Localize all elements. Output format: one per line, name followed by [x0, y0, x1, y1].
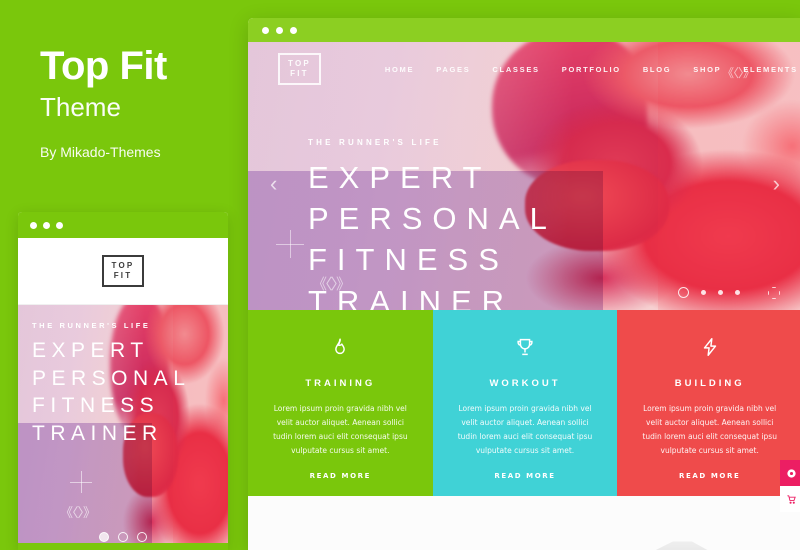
hero-top-arrow-cluster[interactable]: 《〈〉》: [722, 64, 755, 81]
site-content: TOP FIT HOME PAGES CLASSES PORTFOLIO BLO…: [248, 42, 800, 550]
mobile-hero-line: PERSONAL: [32, 366, 191, 390]
feature-read-more[interactable]: READ MORE: [679, 472, 740, 480]
nav-item-shop[interactable]: SHOP: [693, 65, 721, 74]
hero-slider: TOP FIT HOME PAGES CLASSES PORTFOLIO BLO…: [248, 42, 800, 310]
mobile-hero-kicker: THE RUNNER'S LIFE: [32, 321, 151, 330]
mobile-hero-slider: THE RUNNER'S LIFE EXPERT PERSONAL FITNES…: [18, 305, 228, 550]
feature-title: TRAINING: [305, 378, 376, 389]
window-dot: [43, 221, 50, 229]
pagination-dot[interactable]: [137, 532, 147, 542]
mobile-titlebar: [18, 212, 228, 238]
nav-item-blog[interactable]: BLOG: [643, 65, 671, 74]
feature-box-workout[interactable]: WORKOUT Lorem ipsum proin gravida nibh v…: [432, 310, 618, 496]
promo-title: Top Fit: [40, 44, 167, 88]
window-dot: [262, 26, 269, 34]
feature-boxes: TRAINING Lorem ipsum proin gravida nibh …: [248, 310, 800, 496]
cart-icon[interactable]: [780, 486, 800, 512]
fullscreen-icon[interactable]: [768, 287, 780, 299]
promo-author: By Mikado-Themes: [40, 143, 161, 160]
nav-item-pages[interactable]: PAGES: [436, 65, 470, 74]
pagination-dot[interactable]: [118, 532, 128, 542]
hero-line: EXPERT: [308, 160, 492, 195]
hero-kicker: THE RUNNER'S LIFE: [308, 138, 442, 147]
mobile-logo[interactable]: TOP FIT: [101, 255, 145, 287]
promo-text-block: Top Fit Theme By Mikado-Themes: [40, 45, 230, 160]
flame-icon: [329, 336, 351, 358]
purchase-icon[interactable]: [780, 460, 800, 486]
hero-pagination[interactable]: [678, 287, 740, 298]
logo-line-2: FIT: [113, 271, 133, 280]
crosshair-icon: [70, 471, 92, 493]
decorative-shape: [620, 541, 740, 550]
feature-read-more[interactable]: READ MORE: [494, 472, 555, 480]
slider-next-arrow[interactable]: ›: [773, 171, 780, 197]
trophy-icon: [514, 336, 536, 358]
mobile-hero-text: THE RUNNER'S LIFE EXPERT PERSONAL FITNES…: [32, 321, 220, 448]
feature-read-more[interactable]: READ MORE: [310, 472, 371, 480]
mobile-hero-line: TRAINER: [32, 422, 163, 446]
window-dot: [290, 26, 297, 34]
pagination-dot[interactable]: [99, 532, 109, 542]
window-dot: [56, 221, 63, 229]
feature-text: Lorem ipsum proin gravida nibh vel velit…: [642, 404, 777, 455]
hero-line: PERSONAL: [308, 201, 557, 237]
side-tabs: [780, 460, 800, 512]
nav-item-home[interactable]: HOME: [385, 65, 414, 74]
pagination-dot[interactable]: [735, 290, 740, 295]
feature-text: Lorem ipsum proin gravida nibh vel velit…: [273, 404, 408, 455]
mobile-site-header: TOP FIT: [18, 238, 228, 305]
site-navbar: TOP FIT HOME PAGES CLASSES PORTFOLIO BLO…: [248, 42, 800, 96]
promo-subtitle: Theme: [40, 92, 121, 122]
crosshair-icon: [276, 230, 304, 258]
logo-line-1: TOP: [288, 59, 311, 68]
feature-title: BUILDING: [674, 378, 745, 389]
pagination-dot[interactable]: [718, 290, 723, 295]
below-fold-section: [248, 496, 800, 550]
nav-item-portfolio[interactable]: PORTFOLIO: [562, 65, 621, 74]
logo-line-2: FIT: [290, 69, 309, 78]
mobile-hero-line: FITNESS: [32, 394, 160, 418]
mobile-footer-strip: [18, 543, 228, 550]
feature-box-training[interactable]: TRAINING Lorem ipsum proin gravida nibh …: [248, 310, 433, 496]
mobile-hero-line: EXPERT: [32, 339, 149, 362]
bolt-icon: [699, 336, 721, 358]
logo-line-1: TOP: [111, 261, 135, 270]
slider-arrow-cluster[interactable]: 《〈〉》: [312, 273, 351, 294]
mobile-slider-arrows[interactable]: 《〈〉》: [60, 502, 96, 521]
window-dot: [30, 221, 37, 229]
pagination-dot[interactable]: [701, 290, 706, 295]
browser-titlebar: [248, 18, 800, 42]
feature-box-building[interactable]: BUILDING Lorem ipsum proin gravida nibh …: [617, 310, 800, 496]
mobile-pagination[interactable]: [18, 532, 228, 542]
window-dot: [276, 26, 283, 34]
site-logo[interactable]: TOP FIT: [278, 53, 321, 85]
slider-prev-arrow[interactable]: ‹: [270, 171, 277, 197]
feature-text: Lorem ipsum proin gravida nibh vel velit…: [457, 404, 593, 455]
browser-preview-window: TOP FIT HOME PAGES CLASSES PORTFOLIO BLO…: [248, 18, 800, 550]
mobile-preview-window: TOP FIT THE RUNNER'S LIFE EXPERT PERSONA…: [18, 212, 228, 550]
nav-item-classes[interactable]: CLASSES: [492, 65, 539, 74]
pagination-dot[interactable]: [678, 287, 689, 298]
promo-banner: Top Fit Theme By Mikado-Themes TOP FIT T…: [0, 0, 800, 550]
feature-title: WORKOUT: [489, 378, 561, 389]
